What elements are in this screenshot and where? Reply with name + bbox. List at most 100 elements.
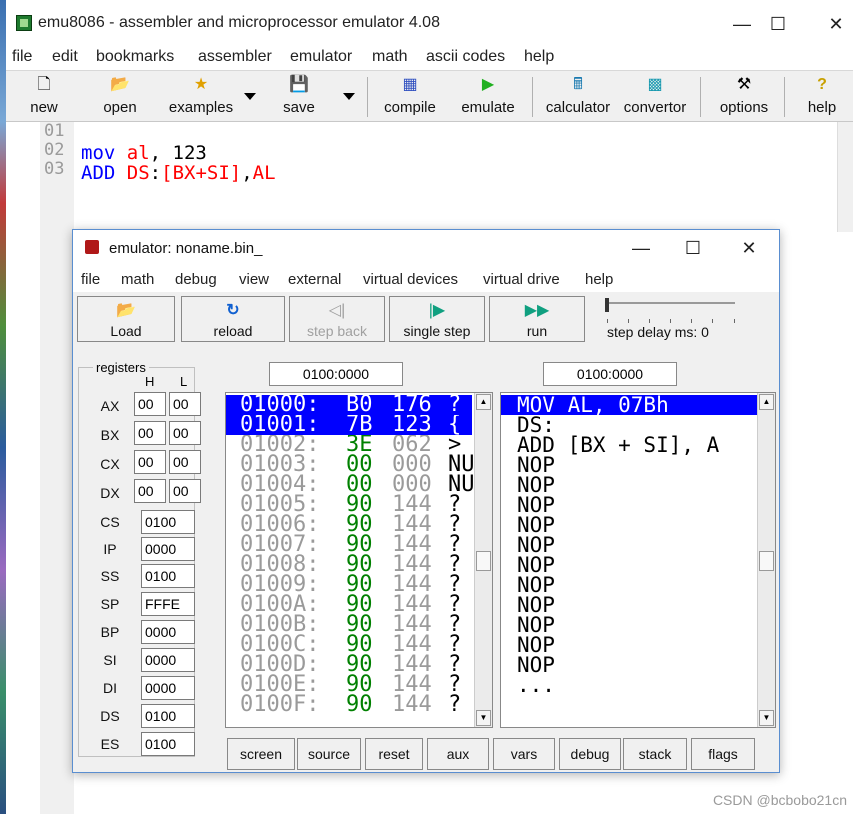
load-button[interactable]: 📂 Load bbox=[77, 296, 175, 342]
vars-button[interactable]: vars bbox=[493, 738, 555, 770]
reload-button[interactable]: ↻ reload bbox=[181, 296, 285, 342]
scroll-up-arrow-icon[interactable]: ▲ bbox=[476, 394, 491, 410]
menu-ascii-codes[interactable]: ascii codes bbox=[426, 48, 505, 66]
step-delay-slider[interactable] bbox=[607, 302, 735, 304]
compile-button[interactable]: ▦ compile bbox=[378, 75, 442, 119]
stack-button[interactable]: stack bbox=[623, 738, 687, 770]
disassembly-row[interactable]: NOP bbox=[501, 515, 555, 536]
emulate-button[interactable]: ▶ emulate bbox=[456, 75, 520, 119]
menu-file[interactable]: file bbox=[12, 48, 32, 66]
menu-emulator[interactable]: emulator bbox=[290, 48, 352, 66]
scroll-down-arrow-icon[interactable]: ▼ bbox=[476, 710, 491, 726]
cx-high-field[interactable]: 00 bbox=[134, 450, 166, 474]
menu-math[interactable]: math bbox=[372, 48, 408, 66]
disassembly-list[interactable]: ... NOP NOP NOP NOP NOP NOP NOP NOP NOP NOP NOP ADD … bbox=[500, 392, 776, 728]
disassembly-row[interactable]: NOP bbox=[501, 475, 555, 496]
help-button[interactable]: ? help bbox=[802, 75, 842, 119]
convertor-button[interactable]: ▩ convertor bbox=[618, 75, 692, 119]
scroll-thumb[interactable] bbox=[759, 551, 774, 571]
maximize-button[interactable]: ☐ bbox=[758, 10, 798, 38]
emu-menu-virtual-drive[interactable]: virtual drive bbox=[483, 271, 560, 288]
di-field[interactable]: 0000 bbox=[141, 676, 195, 700]
save-button[interactable]: 💾 save bbox=[278, 75, 320, 119]
menu-edit[interactable]: edit bbox=[52, 48, 78, 66]
memory-list[interactable]: 0100F: 90 144? 0100E: 90 144? 0100D: 90 144? 0100… bbox=[225, 392, 493, 728]
ax-high-field[interactable]: 00 bbox=[134, 392, 166, 416]
flags-button[interactable]: flags bbox=[691, 738, 755, 770]
menu-help[interactable]: help bbox=[524, 48, 554, 66]
run-button[interactable]: ▶▶ run bbox=[489, 296, 585, 342]
cs-field[interactable]: 0100 bbox=[141, 510, 195, 534]
disassembly-row[interactable]: NOP bbox=[501, 495, 555, 516]
emu-menu-math[interactable]: math bbox=[121, 271, 154, 288]
es-field[interactable]: 0100 bbox=[141, 732, 195, 756]
scroll-down-arrow-icon[interactable]: ▼ bbox=[759, 710, 774, 726]
bx-low-field[interactable]: 00 bbox=[169, 421, 201, 445]
memory-decimal: 123 bbox=[392, 412, 432, 437]
calculator-button[interactable]: 🖩 calculator bbox=[540, 75, 616, 119]
emu-menu-view[interactable]: view bbox=[239, 271, 269, 288]
single-step-button[interactable]: |▶ single step bbox=[389, 296, 485, 342]
disassembly-row[interactable]: NOP bbox=[501, 635, 555, 656]
screen-button[interactable]: screen bbox=[227, 738, 295, 770]
memory-address-input[interactable]: 0100:0000 bbox=[269, 362, 403, 386]
emu-menu-debug[interactable]: debug bbox=[175, 271, 217, 288]
source-button[interactable]: source bbox=[297, 738, 361, 770]
emu-menu-external[interactable]: external bbox=[288, 271, 341, 288]
si-field[interactable]: 0000 bbox=[141, 648, 195, 672]
disassembly-row[interactable]: ADD [BX + SI], A bbox=[501, 435, 719, 456]
memory-row[interactable]: 01001: 7B 123 { bbox=[226, 412, 472, 437]
disassembly-scrollbar[interactable]: ▲ ▼ bbox=[757, 393, 775, 727]
disassembly-row[interactable]: NOP bbox=[501, 555, 555, 576]
reset-button[interactable]: reset bbox=[365, 738, 423, 770]
bp-field[interactable]: 0000 bbox=[141, 620, 195, 644]
emu-menu-virtual-devices[interactable]: virtual devices bbox=[363, 271, 458, 288]
bx-high-field[interactable]: 00 bbox=[134, 421, 166, 445]
dx-high-field[interactable]: 00 bbox=[134, 479, 166, 503]
disassembly-row[interactable]: ... bbox=[501, 675, 555, 696]
disassembly-row[interactable]: NOP bbox=[501, 455, 555, 476]
cx-low-field[interactable]: 00 bbox=[169, 450, 201, 474]
scroll-up-arrow-icon[interactable]: ▲ bbox=[759, 394, 774, 410]
emulator-close-button[interactable]: ✕ bbox=[729, 234, 769, 262]
disassembly-row[interactable]: MOV AL, 07Bh bbox=[501, 395, 757, 416]
disassembly-row[interactable]: NOP bbox=[501, 615, 555, 636]
ds-field[interactable]: 0100 bbox=[141, 704, 195, 728]
dx-low-field[interactable]: 00 bbox=[169, 479, 201, 503]
emu-menu-file[interactable]: file bbox=[81, 271, 100, 288]
memory-char: ? bbox=[448, 652, 462, 677]
menu-bookmarks[interactable]: bookmarks bbox=[96, 48, 174, 66]
new-button[interactable]: 🗋 new bbox=[24, 75, 64, 119]
sp-field[interactable]: FFFE bbox=[141, 592, 195, 616]
ss-field[interactable]: 0100 bbox=[141, 564, 195, 588]
disassembly-row[interactable]: NOP bbox=[501, 575, 555, 596]
disassembly-address-input[interactable]: 0100:0000 bbox=[543, 362, 677, 386]
open-button[interactable]: 📂 open bbox=[98, 75, 142, 119]
close-button[interactable]: ✕ bbox=[816, 10, 853, 38]
code-line-2[interactable]: mov al, 123 bbox=[81, 142, 207, 164]
editor-scrollbar[interactable] bbox=[837, 122, 853, 232]
ip-field[interactable]: 0000 bbox=[141, 537, 195, 561]
disassembly-row[interactable]: NOP bbox=[501, 535, 555, 556]
aux-button[interactable]: aux bbox=[427, 738, 489, 770]
disassembly-row[interactable]: DS: bbox=[501, 415, 555, 436]
emulator-minimize-button[interactable]: — bbox=[621, 234, 661, 262]
examples-button[interactable]: ★ examples bbox=[164, 75, 238, 119]
emulator-maximize-button[interactable]: ☐ bbox=[673, 234, 713, 262]
save-dropdown-arrow[interactable] bbox=[343, 93, 355, 100]
options-button[interactable]: ⚒ options bbox=[712, 75, 776, 119]
examples-dropdown-arrow[interactable] bbox=[244, 93, 256, 100]
code-line-3[interactable]: ADD DS:[BX+SI],AL bbox=[81, 162, 276, 184]
memory-row[interactable]: 01000: B0 176? bbox=[226, 394, 472, 416]
disassembly-row[interactable]: NOP bbox=[501, 655, 555, 676]
memory-address: 0100F: bbox=[240, 692, 320, 717]
menu-assembler[interactable]: assembler bbox=[198, 48, 272, 66]
scroll-thumb[interactable] bbox=[476, 551, 491, 571]
minimize-button[interactable]: — bbox=[722, 10, 762, 38]
ax-low-field[interactable]: 00 bbox=[169, 392, 201, 416]
emu-menu-help[interactable]: help bbox=[585, 271, 613, 288]
memory-scrollbar[interactable]: ▲ ▼ bbox=[474, 393, 492, 727]
step-back-button[interactable]: ◁| step back bbox=[289, 296, 385, 342]
disassembly-row[interactable]: NOP bbox=[501, 595, 555, 616]
debug-button[interactable]: debug bbox=[559, 738, 621, 770]
